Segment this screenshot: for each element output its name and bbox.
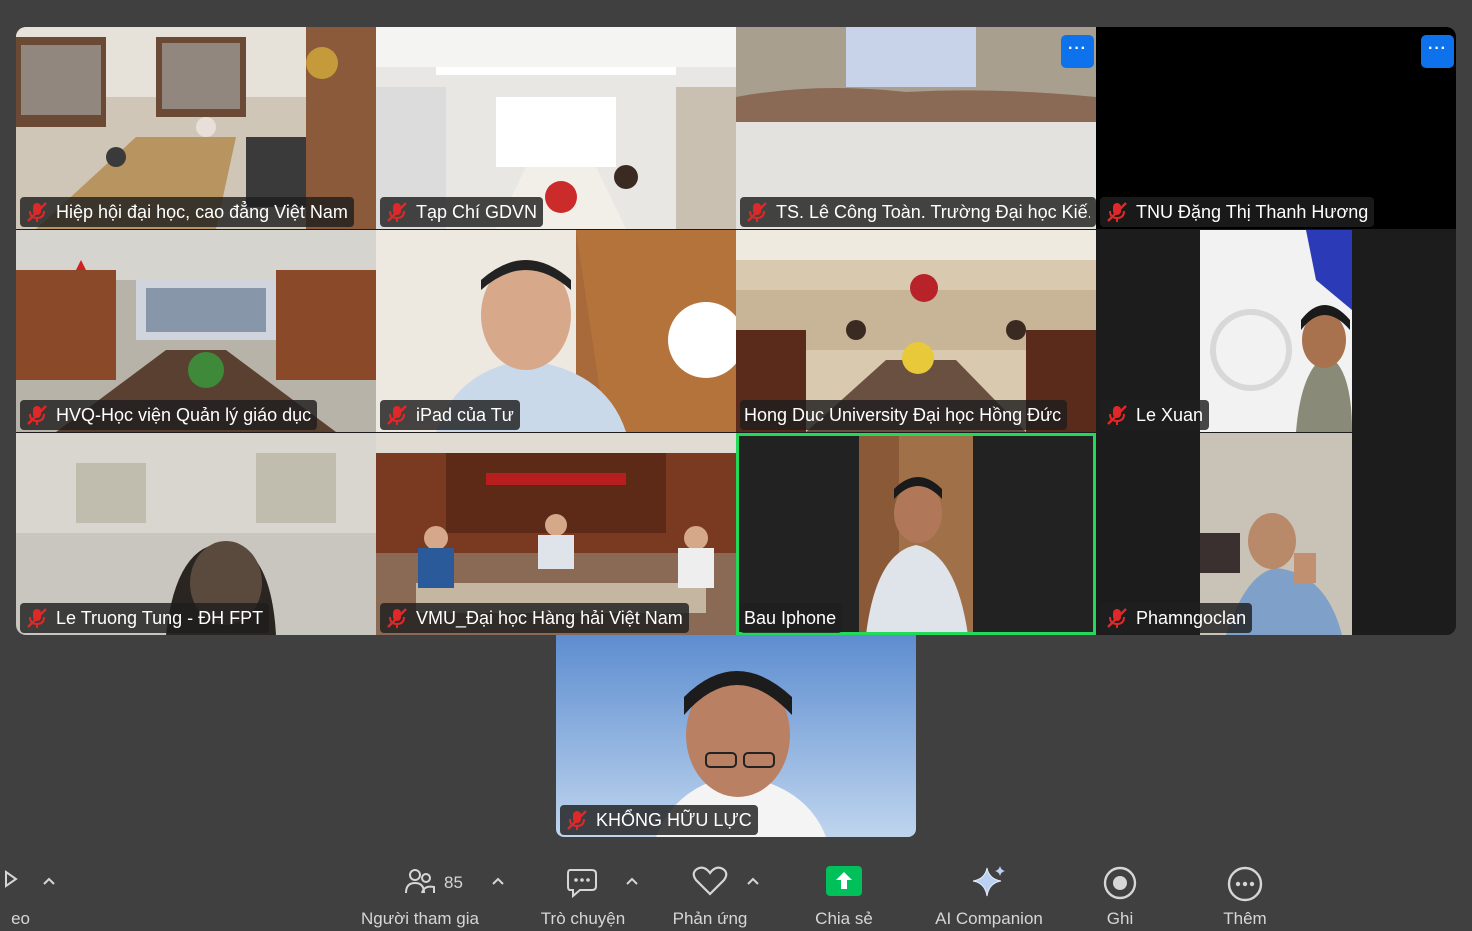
mic-muted-icon bbox=[387, 608, 407, 628]
ai-companion-button[interactable]: AI Companion bbox=[925, 850, 1053, 931]
chat-button[interactable]: Trò chuyện bbox=[530, 850, 636, 931]
record-button[interactable]: Ghi bbox=[1090, 850, 1150, 931]
participant-name: Phamngoclan bbox=[1136, 608, 1247, 628]
participant-tile[interactable]: Hong Duc University Đại học Hồng Đức bbox=[736, 230, 1096, 432]
participant-name-tag: Le Xuan bbox=[1100, 400, 1210, 430]
participant-name: KHỔNG HỮU LỰC bbox=[596, 810, 752, 830]
participant-tile[interactable]: Hiệp hội đại học, cao đẳng Việt Nam bbox=[16, 27, 376, 229]
mic-muted-icon bbox=[27, 608, 47, 628]
mic-muted-icon bbox=[747, 202, 767, 222]
participant-name-tag: Hong Duc University Đại học Hồng Đức bbox=[740, 400, 1068, 430]
participant-name: TS. Lê Công Toàn. Trường Đại học Kiế... bbox=[776, 202, 1090, 222]
chevron-up-icon[interactable] bbox=[625, 874, 639, 888]
participant-name-tag: HVQ-Học viện Quản lý giáo dục bbox=[20, 400, 318, 430]
participant-name-tag: Bau Iphone bbox=[740, 603, 843, 633]
participant-tile[interactable]: ··· TNU Đặng Thị Thanh Hương bbox=[1096, 27, 1456, 229]
participants-icon bbox=[405, 869, 435, 894]
participant-tile[interactable]: iPad của Tư bbox=[376, 230, 736, 432]
video-button[interactable]: eo bbox=[0, 850, 30, 931]
participant-tile[interactable]: VMU_Đại học Hàng hải Việt Nam bbox=[376, 433, 736, 635]
more-options-button[interactable]: ··· bbox=[1061, 35, 1094, 68]
participant-name-tag: TNU Đặng Thị Thanh Hương bbox=[1100, 197, 1375, 227]
participant-name-tag: iPad của Tư bbox=[380, 400, 520, 430]
meeting-toolbar: eo 85 Người tham gia Trò chuyện Phản ứng… bbox=[0, 850, 1472, 931]
mic-muted-icon bbox=[567, 810, 587, 830]
heart-icon bbox=[692, 866, 728, 896]
participant-name: Le Truong Tung - ĐH FPT bbox=[56, 608, 264, 628]
participant-name: Hiệp hội đại học, cao đẳng Việt Nam bbox=[56, 202, 348, 222]
chevron-up-icon[interactable] bbox=[42, 874, 56, 888]
share-screen-button[interactable]: Chia sẻ bbox=[800, 850, 888, 931]
participant-name-tag: Tạp Chí GDVN bbox=[380, 197, 544, 227]
mic-muted-icon bbox=[27, 202, 47, 222]
participant-name: iPad của Tư bbox=[416, 405, 514, 425]
self-view-tile[interactable]: KHỔNG HỮU LỰC bbox=[556, 635, 916, 837]
mic-muted-icon bbox=[27, 405, 47, 425]
participant-tile[interactable]: Le Truong Tung - ĐH FPT bbox=[16, 433, 376, 635]
chevron-up-icon[interactable] bbox=[746, 874, 760, 888]
reactions-button[interactable]: Phản ứng bbox=[660, 850, 760, 931]
participant-name: Bau Iphone bbox=[744, 608, 837, 628]
mic-muted-icon bbox=[387, 405, 407, 425]
mic-muted-icon bbox=[387, 202, 407, 222]
participant-tile[interactable]: HVQ-Học viện Quản lý giáo dục bbox=[16, 230, 376, 432]
participant-name: Le Xuan bbox=[1136, 405, 1204, 425]
participant-tile[interactable]: Le Xuan bbox=[1096, 230, 1456, 432]
sparkle-icon bbox=[972, 866, 1005, 897]
participant-tile[interactable]: Phamngoclan bbox=[1096, 433, 1456, 635]
more-icon bbox=[1227, 866, 1263, 902]
participant-name: Hong Duc University Đại học Hồng Đức bbox=[744, 405, 1062, 425]
participant-name: TNU Đặng Thị Thanh Hương bbox=[1136, 202, 1369, 222]
record-icon bbox=[1103, 866, 1137, 900]
participant-name-tag: Phamngoclan bbox=[1100, 603, 1253, 633]
participant-name-tag: VMU_Đại học Hàng hải Việt Nam bbox=[380, 603, 689, 633]
more-button[interactable]: Thêm bbox=[1210, 850, 1280, 931]
chevron-up-icon[interactable] bbox=[491, 874, 505, 888]
mic-muted-icon bbox=[1107, 608, 1127, 628]
participant-name-tag: Hiệp hội đại học, cao đẳng Việt Nam bbox=[20, 197, 354, 227]
video-gallery: Hiệp hội đại học, cao đẳng Việt Nam Tạp … bbox=[16, 27, 1456, 635]
share-screen-icon bbox=[826, 866, 862, 896]
participant-tile[interactable]: Bau Iphone bbox=[736, 433, 1096, 635]
participant-tile[interactable]: ··· TS. Lê Công Toàn. Trường Đại học Kiế… bbox=[736, 27, 1096, 229]
participant-tile[interactable]: Tạp Chí GDVN bbox=[376, 27, 736, 229]
participant-name-tag: KHỔNG HỮU LỰC bbox=[560, 805, 758, 835]
participant-name: VMU_Đại học Hàng hải Việt Nam bbox=[416, 608, 683, 628]
participant-name-tag: Le Truong Tung - ĐH FPT bbox=[20, 603, 270, 633]
chat-icon bbox=[567, 869, 597, 898]
more-options-button[interactable]: ··· bbox=[1421, 35, 1454, 68]
video-camera-icon bbox=[5, 870, 18, 888]
mic-muted-icon bbox=[1107, 405, 1127, 425]
mic-muted-icon bbox=[1107, 202, 1127, 222]
participant-name-tag: TS. Lê Công Toàn. Trường Đại học Kiế... bbox=[740, 197, 1096, 227]
participant-count: 85 bbox=[444, 873, 463, 892]
participant-name: HVQ-Học viện Quản lý giáo dục bbox=[56, 405, 312, 425]
participant-name: Tạp Chí GDVN bbox=[416, 202, 538, 222]
participants-button[interactable]: 85 Người tham gia bbox=[350, 850, 490, 931]
